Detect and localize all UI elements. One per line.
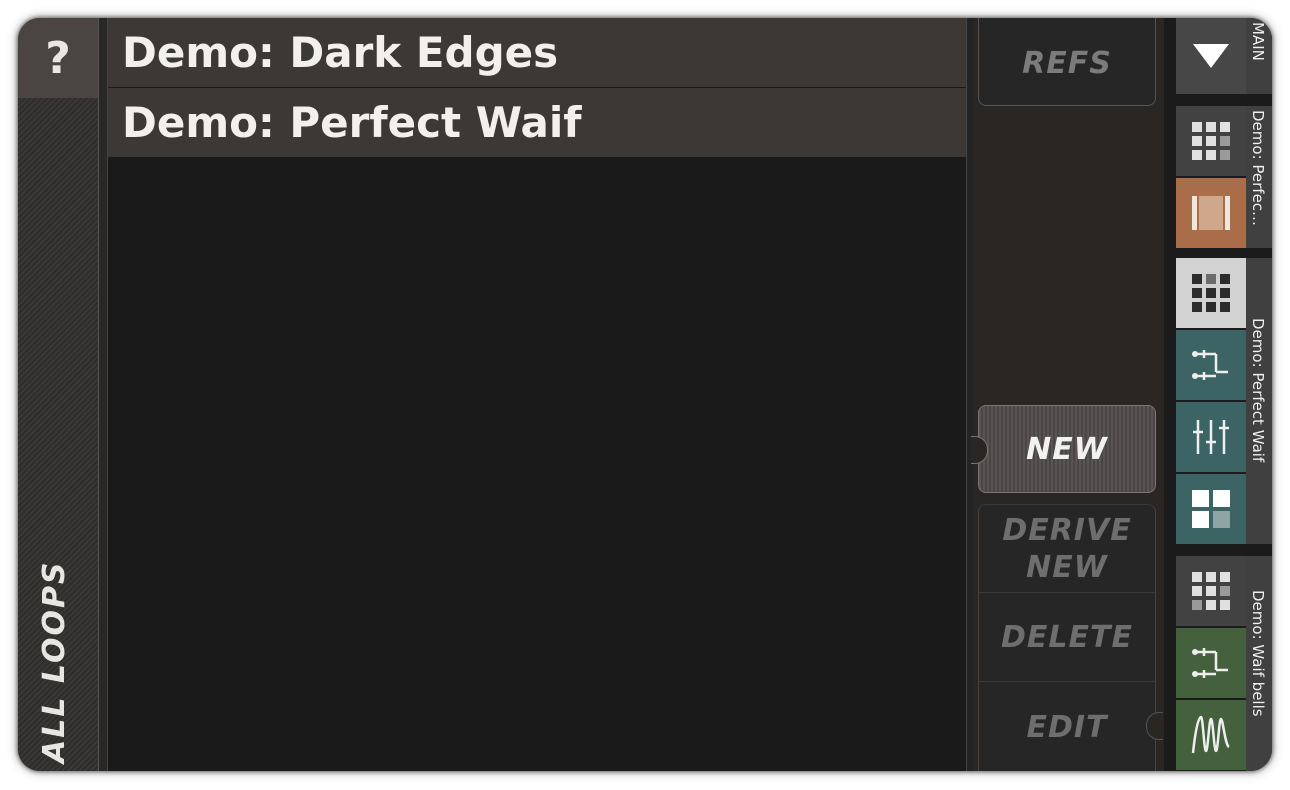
main-label-tab[interactable]: MAIN (1246, 18, 1272, 94)
triangle-down-icon (1193, 44, 1229, 68)
wave-tile[interactable] (1176, 700, 1246, 770)
edit-button-notch (1146, 712, 1163, 740)
routing-tile[interactable] (1176, 628, 1246, 698)
routing-icon (1192, 350, 1228, 380)
help-button[interactable]: ? (18, 18, 98, 98)
frame-tile[interactable] (1176, 178, 1246, 248)
group-label: Demo: Waif bells (1249, 590, 1267, 717)
routing-tile[interactable] (1176, 330, 1246, 400)
list-item[interactable]: Demo: Dark Edges (108, 18, 966, 88)
grid-icon (1192, 572, 1230, 610)
group-tab[interactable]: Demo: Perfect Waif (1246, 258, 1272, 544)
new-button-label: NEW (1026, 431, 1108, 467)
edit-button[interactable]: EDIT (978, 681, 1163, 771)
group-label: Demo: Perfect Waif (1249, 318, 1267, 463)
panel-strip: MAIN Demo: Perfec… Demo: Perfect Waif De… (1164, 18, 1272, 771)
all-loops-label: ALL LOOPS (37, 560, 72, 763)
main-dropdown-button[interactable] (1176, 18, 1246, 94)
grid-tile[interactable] (1176, 106, 1246, 176)
grid-icon (1192, 122, 1230, 160)
grid-tile[interactable] (1176, 556, 1246, 626)
routing-icon (1192, 648, 1228, 678)
derive-new-label: DERIVE NEW (1002, 512, 1132, 585)
grid-icon (1192, 274, 1230, 312)
loop-list: Demo: Dark Edges Demo: Perfect Waif (108, 18, 966, 771)
frame-icon (1192, 196, 1230, 230)
group-tab[interactable]: Demo: Waif bells (1246, 556, 1272, 771)
derive-new-button[interactable]: DERIVE NEW (978, 504, 1156, 592)
action-column: REFS NEW DERIVE NEW DELETE EDIT (971, 18, 1164, 771)
blocks-icon (1192, 490, 1230, 528)
list-item[interactable]: Demo: Perfect Waif (108, 88, 966, 158)
refs-button[interactable]: REFS (978, 18, 1156, 106)
grid-tile-selected[interactable] (1176, 258, 1246, 328)
delete-button[interactable]: DELETE (978, 592, 1156, 681)
list-divider (966, 18, 974, 771)
new-button-notch (971, 436, 988, 464)
edit-label: EDIT (1026, 710, 1108, 745)
new-button[interactable]: NEW (971, 405, 1156, 493)
left-divider (98, 18, 108, 771)
blocks-tile[interactable] (1176, 474, 1246, 544)
mixer-icon (1193, 420, 1229, 454)
group-tab[interactable]: Demo: Perfec… (1246, 106, 1272, 248)
delete-label: DELETE (1001, 619, 1133, 655)
wave-icon (1191, 715, 1230, 754)
mixer-tile[interactable] (1176, 402, 1246, 472)
all-loops-tab[interactable]: ALL LOOPS (18, 98, 98, 771)
group-label: Demo: Perfec… (1249, 110, 1267, 227)
main-label: MAIN (1249, 22, 1267, 61)
app-window: ? ALL LOOPS Demo: Dark Edges Demo: Perfe… (18, 18, 1272, 771)
